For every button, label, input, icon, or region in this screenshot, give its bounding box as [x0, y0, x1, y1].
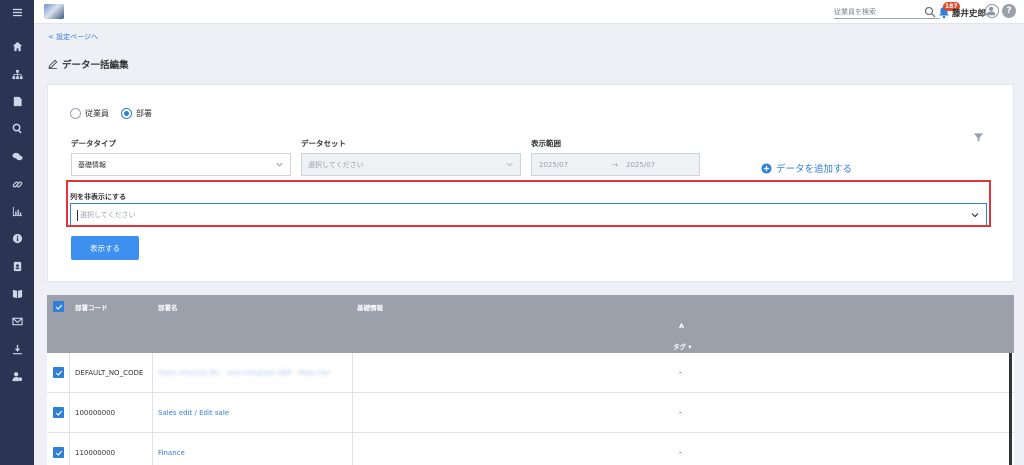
- header-group: A: [679, 322, 685, 330]
- page-title: データ一括編集: [62, 60, 129, 71]
- pencil-icon: [48, 59, 58, 69]
- row-value: -: [679, 449, 682, 457]
- dataset-label: データセット: [301, 139, 346, 148]
- table-row[interactable]: DEFAULT_NO_CODE Sales Analysis BU - new …: [47, 353, 1014, 393]
- department-table: 部署コード 部署名 基礎情報 A タグ ▾ DEFAULT_NO_CODE Sa…: [47, 295, 1014, 465]
- row-code: DEFAULT_NO_CODE: [75, 369, 144, 377]
- search-icon[interactable]: [924, 6, 936, 18]
- data-type-label: データタイプ: [71, 139, 116, 148]
- row-code: 100000000: [75, 409, 116, 417]
- check-icon: [55, 370, 62, 376]
- radio-employee-label[interactable]: 従業員: [85, 108, 109, 119]
- range-arrow: →: [612, 160, 618, 169]
- check-icon: [55, 450, 62, 456]
- hamburger-menu-icon[interactable]: [9, 4, 25, 20]
- breadcrumb-back-link[interactable]: < 設定ページへ: [48, 32, 98, 42]
- data-type-value: 基礎情報: [78, 160, 106, 169]
- plus-circle-icon: [761, 162, 772, 174]
- range-start: 2025/07: [539, 160, 569, 169]
- filter-icon[interactable]: [973, 132, 984, 143]
- show-button[interactable]: 表示する: [71, 236, 139, 260]
- dataset-select[interactable]: 選択してください: [301, 153, 521, 176]
- user-avatar-icon: [986, 6, 996, 16]
- top-header: 187 藤井史郎 ?: [34, 0, 1024, 24]
- chevron-down-icon: [506, 162, 513, 167]
- select-all-checkbox[interactable]: [53, 301, 64, 312]
- hide-columns-label: 列を非表示にする: [70, 193, 127, 201]
- chart-icon[interactable]: [9, 203, 25, 219]
- display-range-label: 表示範囲: [531, 139, 561, 148]
- table-header: 部署コード 部署名 基礎情報 A タグ ▾: [47, 295, 1014, 353]
- row-name-link[interactable]: Sales edit / Edit sale: [158, 409, 229, 417]
- table-row[interactable]: 100000000 Sales edit / Edit sale -: [47, 393, 1014, 433]
- page-title-row: データ一括編集: [48, 57, 129, 71]
- search-nav-icon[interactable]: [9, 120, 25, 136]
- table-row[interactable]: 110000000 Finance -: [47, 433, 1014, 465]
- radio-department-label[interactable]: 部署: [136, 108, 152, 119]
- user-settings-icon[interactable]: [9, 368, 25, 384]
- row-checkbox[interactable]: [53, 407, 64, 418]
- home-icon[interactable]: [9, 38, 25, 54]
- target-radio-group: 従業員 部署: [70, 108, 160, 119]
- display-range-field[interactable]: 2025/07 → 2025/07: [531, 153, 700, 176]
- chevron-down-icon: [276, 162, 283, 167]
- row-checkbox[interactable]: [53, 447, 64, 458]
- text-cursor: [77, 209, 78, 221]
- add-data-button[interactable]: データを追加する: [761, 161, 852, 175]
- row-name-link[interactable]: Finance: [158, 449, 185, 457]
- chevron-down-icon: [971, 213, 979, 218]
- info-icon[interactable]: [9, 230, 25, 246]
- company-logo[interactable]: [44, 4, 64, 19]
- header-code[interactable]: 部署コード: [75, 302, 108, 312]
- hide-columns-select[interactable]: 選択してください: [70, 203, 987, 227]
- add-data-label: データを追加する: [776, 164, 853, 175]
- row-value: -: [679, 369, 682, 377]
- radio-employee[interactable]: [70, 108, 81, 119]
- user-name[interactable]: 藤井史郎: [952, 7, 986, 19]
- book-icon[interactable]: [9, 285, 25, 301]
- hide-columns-placeholder: 選択してください: [80, 211, 136, 219]
- check-icon: [55, 410, 62, 416]
- org-chart-icon[interactable]: [9, 66, 25, 82]
- check-icon: [55, 304, 62, 310]
- filter-card: 従業員 部署 データタイプ 基礎情報 データセット 選択してください 表示範囲 …: [47, 84, 1014, 282]
- chat-icon[interactable]: [9, 148, 25, 164]
- left-sidebar: [0, 0, 34, 465]
- row-value: -: [679, 409, 682, 417]
- range-end: 2025/07: [626, 160, 656, 169]
- mail-icon[interactable]: [9, 313, 25, 329]
- table-scrollbar[interactable]: [1009, 353, 1012, 465]
- contacts-icon[interactable]: [9, 258, 25, 274]
- row-checkbox[interactable]: [53, 367, 64, 378]
- row-name-link[interactable]: Sales Analysis BU - new template 2BR - M…: [158, 369, 330, 377]
- data-type-select[interactable]: 基礎情報: [71, 153, 291, 176]
- radio-department[interactable]: [121, 108, 132, 119]
- header-basic-info: 基礎情報: [357, 304, 383, 312]
- avatar[interactable]: [985, 4, 999, 18]
- header-name[interactable]: 部署名: [158, 302, 178, 312]
- row-code: 110000000: [75, 449, 116, 457]
- dataset-placeholder: 選択してください: [308, 160, 364, 169]
- download-icon[interactable]: [9, 341, 25, 357]
- help-icon[interactable]: ?: [1002, 4, 1016, 18]
- link-icon[interactable]: [9, 176, 25, 192]
- header-tag[interactable]: タグ ▾: [673, 341, 692, 351]
- document-icon[interactable]: [9, 93, 25, 109]
